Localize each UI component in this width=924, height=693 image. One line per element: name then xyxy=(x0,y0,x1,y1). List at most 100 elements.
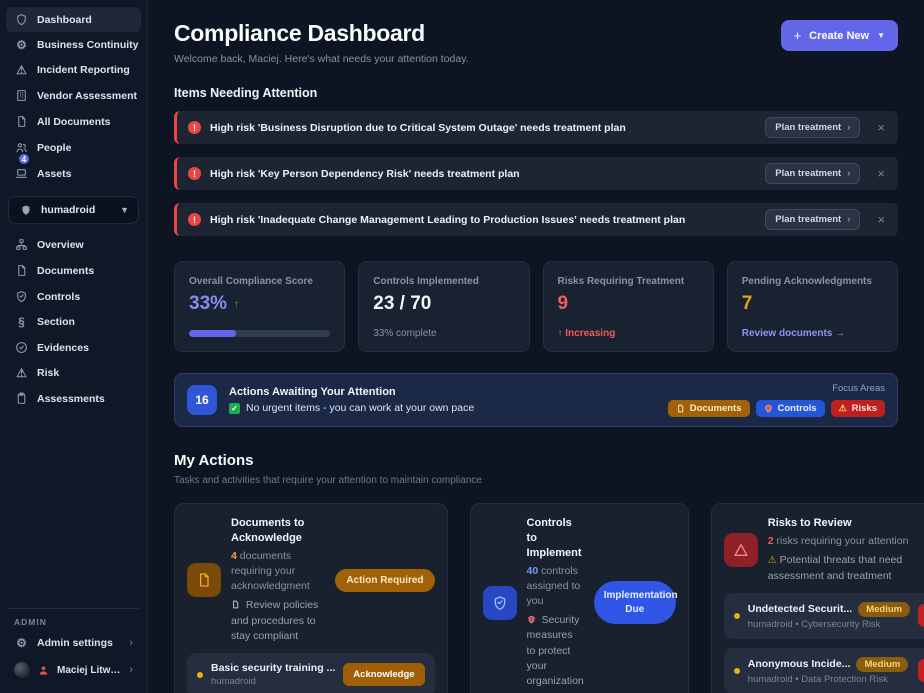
stat-value: 23 / 70 xyxy=(373,293,431,315)
exclamation-circle-icon: ! xyxy=(188,213,201,226)
attention-heading: Items Needing Attention xyxy=(174,86,898,100)
focus-badge-label: Controls xyxy=(778,403,817,414)
card-title: Documents to Acknowledge xyxy=(231,516,325,546)
risk-item[interactable]: Anonymous Incide... Medium humadroid • D… xyxy=(724,648,924,693)
document-icon xyxy=(231,600,240,609)
warning-triangle-icon: ⚠ xyxy=(14,64,29,76)
sidebar-item-admin-settings[interactable]: ⚙ Admin settings › xyxy=(6,631,141,655)
document-icon xyxy=(14,264,29,277)
item-org: humadroid • Cybersecurity Risk xyxy=(748,619,910,630)
gear-icon: ⚙ xyxy=(14,39,29,51)
sidebar-item-label: Dashboard xyxy=(37,14,92,26)
document-item[interactable]: Basic security training ... humadroid Ac… xyxy=(187,653,435,693)
sidebar-item-label: Business Continuity xyxy=(37,39,139,51)
my-actions-subtitle: Tasks and activities that require your a… xyxy=(174,475,898,486)
trend-up-icon: ↑ xyxy=(234,299,239,310)
focus-badge-controls[interactable]: Controls xyxy=(756,400,825,417)
acknowledge-button[interactable]: Acknowledge xyxy=(343,663,424,686)
plan-treatment-button[interactable]: Plan treatment › xyxy=(765,163,860,184)
sitemap-icon xyxy=(14,238,29,251)
alert-text: High risk 'Key Person Dependency Risk' n… xyxy=(210,168,756,180)
sidebar-item-business-continuity[interactable]: ⚙ Business Continuity xyxy=(6,33,141,57)
alert-row: ! High risk 'Key Person Dependency Risk'… xyxy=(174,157,898,190)
sidebar-item-assessments[interactable]: Assessments xyxy=(6,386,141,411)
sidebar-item-label: People xyxy=(37,142,71,154)
risk-item[interactable]: Undetected Securit... Medium humadroid •… xyxy=(724,593,924,639)
compliance-progress-bar xyxy=(189,330,330,337)
stat-value: 7 xyxy=(742,293,753,315)
sidebar-item-incident-reporting[interactable]: ⚠ Incident Reporting xyxy=(6,58,141,82)
close-icon[interactable]: × xyxy=(877,121,885,134)
warning-triangle-icon xyxy=(724,533,758,567)
warning-triangle-icon: ⚠ xyxy=(839,403,847,414)
shield-icon xyxy=(527,615,536,624)
sidebar-item-vendor-assessment[interactable]: Vendor Assessment xyxy=(6,83,141,108)
plan-treatment-button[interactable]: Plan treatment › xyxy=(765,209,860,230)
sidebar-item-evidences[interactable]: Evidences xyxy=(6,335,141,360)
org-selector[interactable]: humadroid ▼ xyxy=(8,196,139,224)
sidebar-item-overview[interactable]: Overview xyxy=(6,232,141,257)
chevron-right-icon: › xyxy=(847,122,850,133)
create-new-button[interactable]: + Create New ▼ xyxy=(781,20,898,51)
sidebar-item-label: Incident Reporting xyxy=(37,64,130,76)
status-dot-icon xyxy=(197,672,203,678)
sidebar-item-label: Evidences xyxy=(37,342,89,354)
my-actions-heading: My Actions xyxy=(174,452,898,469)
item-org: humadroid • Data Protection Risk xyxy=(748,674,910,685)
stat-card-risks-treatment: Risks Requiring Treatment 9 ↑ Increasing xyxy=(543,261,714,352)
stat-trend: ↑ Increasing xyxy=(558,328,699,339)
gear-icon: ⚙ xyxy=(14,637,29,649)
shield-check-icon xyxy=(483,586,517,620)
shield-check-icon xyxy=(14,290,29,303)
documents-to-acknowledge-card: Documents to Acknowledge 4 documents req… xyxy=(174,503,448,693)
sidebar-item-label: Vendor Assessment xyxy=(37,90,137,102)
review-button[interactable]: Review xyxy=(918,659,924,682)
close-icon[interactable]: × xyxy=(877,167,885,180)
sidebar-item-label: All Documents xyxy=(37,116,111,128)
sidebar-item-all-documents[interactable]: All Documents xyxy=(6,109,141,134)
laptop-icon xyxy=(14,167,29,180)
sidebar-item-label: Controls xyxy=(37,291,80,303)
banner-message: No urgent items - you can work at your o… xyxy=(246,402,474,414)
focus-badge-risks[interactable]: ⚠ Risks xyxy=(831,400,885,417)
chevron-right-icon: › xyxy=(847,168,850,179)
exclamation-circle-icon: ! xyxy=(188,121,201,134)
focus-badge-documents[interactable]: Documents xyxy=(668,400,750,417)
stat-label: Risks Requiring Treatment xyxy=(558,276,699,287)
plan-treatment-button[interactable]: Plan treatment › xyxy=(765,117,860,138)
chevron-right-icon: › xyxy=(847,214,850,225)
card-count-text: risks requiring your attention xyxy=(777,535,909,547)
card-meta-text: Potential threats that need assessment a… xyxy=(768,554,902,582)
severity-badge: Medium xyxy=(856,657,908,672)
sidebar-item-section[interactable]: § Section xyxy=(6,310,141,334)
create-new-label: Create New xyxy=(809,30,869,42)
card-meta-text: Security measures to protect your organi… xyxy=(527,614,584,687)
card-count: 4 xyxy=(231,550,237,562)
review-documents-link[interactable]: Review documents → xyxy=(742,328,883,339)
card-count-text: documents requiring your acknowledgment xyxy=(231,550,310,592)
banner-title: Actions Awaiting Your Attention xyxy=(229,386,474,398)
chevron-down-icon: ▼ xyxy=(877,31,885,40)
sidebar-item-controls[interactable]: Controls xyxy=(6,284,141,309)
close-icon[interactable]: × xyxy=(877,213,885,226)
section-icon: § xyxy=(14,316,29,328)
item-title: Basic security training ... xyxy=(211,662,335,674)
controls-to-implement-card: Controls to Implement 40 controls assign… xyxy=(470,503,689,693)
page-title: Compliance Dashboard xyxy=(174,20,469,47)
card-meta-text: Review policies and procedures to stay c… xyxy=(231,599,318,641)
sidebar-item-documents[interactable]: Documents xyxy=(6,258,141,283)
sidebar-user-menu[interactable]: Maciej Litwiniuk › xyxy=(6,656,141,684)
page-subtitle: Welcome back, Maciej. Here's what needs … xyxy=(174,53,469,65)
sidebar-item-dashboard[interactable]: Dashboard xyxy=(6,7,141,32)
implementation-due-badge: Implementation Due xyxy=(594,581,676,624)
card-title: Risks to Review xyxy=(768,516,924,531)
sidebar-item-risk[interactable]: ⚠ Risk xyxy=(6,361,141,385)
exclamation-circle-icon: ! xyxy=(188,167,201,180)
card-count: 40 xyxy=(527,565,539,577)
actions-count-badge: 16 xyxy=(187,385,217,415)
review-button[interactable]: Review xyxy=(918,604,924,627)
stat-card-pending-acknowledgments: Pending Acknowledgments 7 Review documen… xyxy=(727,261,898,352)
sidebar-item-people[interactable]: People 4 xyxy=(6,135,141,160)
stat-label: Controls Implemented xyxy=(373,276,514,287)
app-window: Dashboard ⚙ Business Continuity ⚠ Incide… xyxy=(0,0,924,693)
